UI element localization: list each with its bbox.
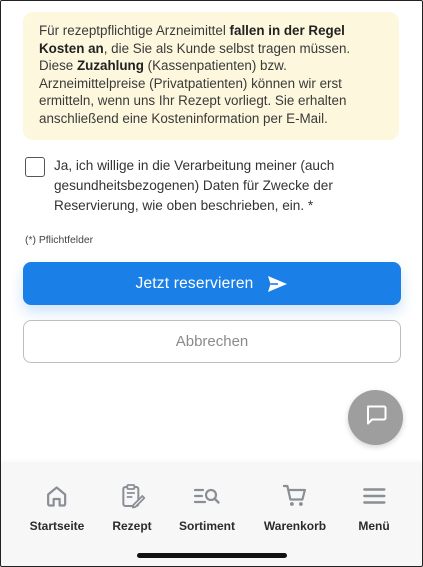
nav-item-menu[interactable]: Menü bbox=[358, 481, 390, 533]
nav-label-menu: Menü bbox=[358, 519, 390, 533]
nav-label-warenkorb: Warenkorb bbox=[263, 519, 327, 533]
search-list-icon bbox=[192, 481, 222, 511]
consent-checkbox[interactable] bbox=[25, 157, 45, 177]
info-bold-2: Zuzahlung bbox=[76, 58, 144, 74]
reserve-button[interactable]: Jetzt reservieren bbox=[23, 262, 401, 305]
cancel-button-label: Abbrechen bbox=[175, 333, 249, 350]
cost-info-box: Für rezeptpflichtige Arzneimittel fallen… bbox=[23, 12, 399, 140]
nav-item-rezept[interactable]: Rezept bbox=[112, 481, 152, 533]
nav-item-sortiment[interactable]: Sortiment bbox=[179, 481, 235, 533]
nav-item-startseite[interactable]: Startseite bbox=[29, 481, 85, 533]
info-text-1: Für rezeptpflichtige Arzneimittel bbox=[39, 23, 230, 38]
nav-label-rezept: Rezept bbox=[112, 519, 152, 533]
menu-icon bbox=[359, 481, 389, 511]
nav-label-sortiment: Sortiment bbox=[178, 519, 236, 533]
home-icon bbox=[42, 481, 72, 511]
consent-label: Ja, ich willige in die Verarbeitung mein… bbox=[54, 158, 335, 213]
chat-icon bbox=[364, 403, 388, 432]
bottom-nav: Startseite Rezept Sortiment Warenkorb Me… bbox=[0, 465, 423, 545]
send-icon bbox=[267, 275, 288, 293]
reserve-button-label: Jetzt reservieren bbox=[135, 274, 254, 292]
consent-row[interactable]: Ja, ich willige in die Verarbeitung mein… bbox=[25, 156, 405, 216]
required-fields-note: (*) Pflichtfelder bbox=[25, 235, 94, 246]
bottom-navigation-area: Startseite Rezept Sortiment Warenkorb Me… bbox=[0, 465, 423, 567]
nav-item-warenkorb[interactable]: Warenkorb bbox=[264, 481, 326, 533]
nav-label-startseite: Startseite bbox=[29, 519, 85, 533]
chat-button[interactable] bbox=[348, 390, 403, 445]
prescription-icon bbox=[117, 481, 147, 511]
cancel-button[interactable]: Abbrechen bbox=[23, 320, 401, 363]
home-indicator[interactable] bbox=[137, 553, 287, 558]
cart-icon bbox=[280, 481, 310, 511]
